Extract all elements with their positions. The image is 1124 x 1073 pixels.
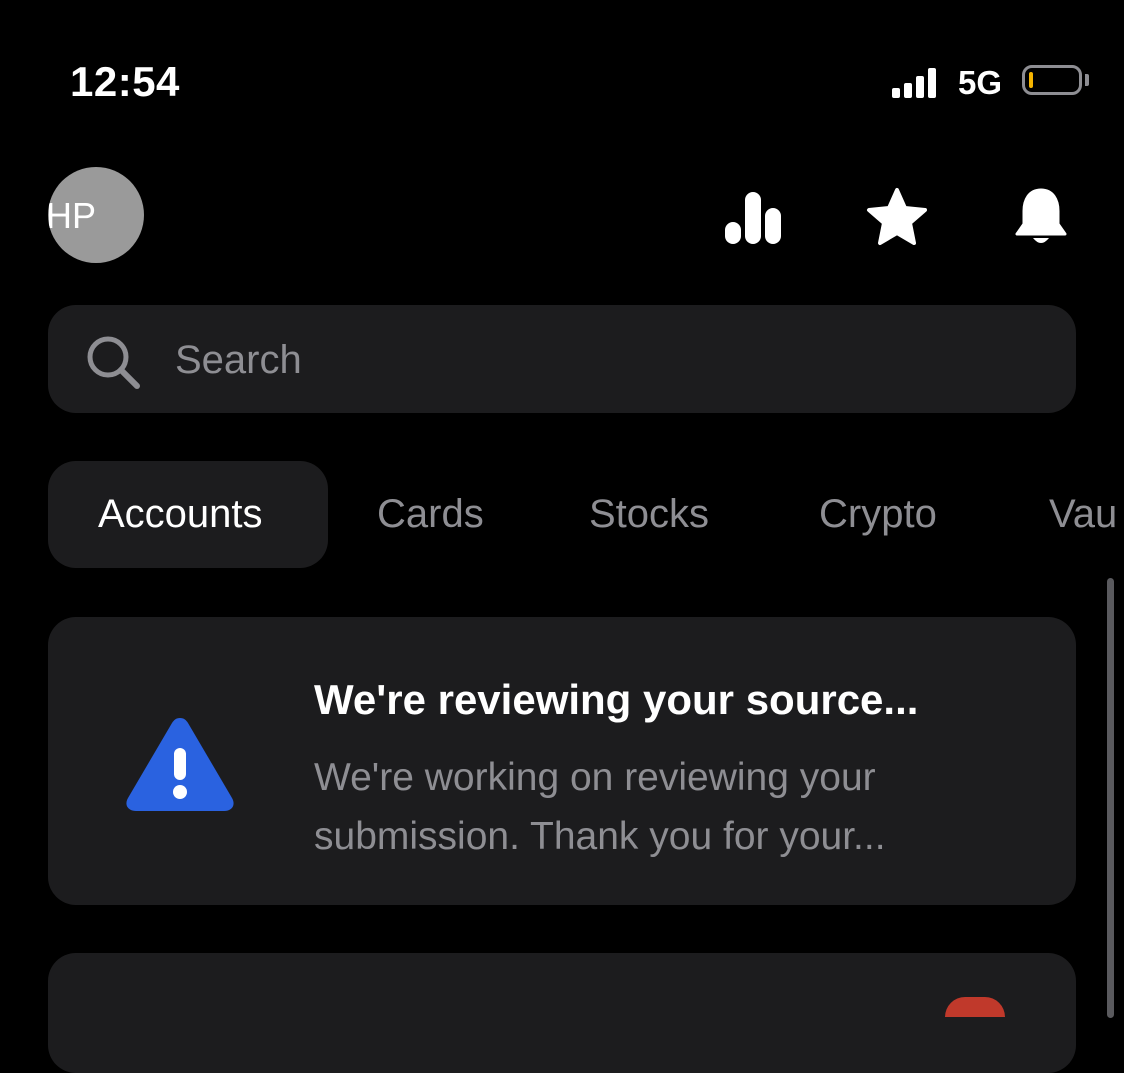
notice-description: We're working on reviewing your submissi… [314, 756, 886, 858]
battery-tip [1085, 74, 1089, 86]
partial-badge-icon [945, 997, 1005, 1017]
tab-accounts[interactable]: Accounts [48, 461, 328, 568]
warning-triangle-icon [124, 712, 236, 819]
battery-low-icon [1022, 65, 1082, 95]
next-card[interactable] [48, 953, 1076, 1073]
bar-chart-icon[interactable] [720, 184, 786, 250]
avatar[interactable]: HP [48, 167, 144, 263]
network-type: 5G [958, 64, 1003, 101]
avatar-initials: HP [48, 195, 97, 236]
tab-crypto[interactable]: Crypto [819, 461, 937, 568]
tab-stocks[interactable]: Stocks [589, 461, 709, 568]
status-time: 12:54 [70, 58, 180, 105]
cellular-signal-icon [892, 66, 938, 98]
scrollbar[interactable] [1107, 578, 1114, 1018]
bell-icon[interactable] [1008, 184, 1074, 250]
tab-cards[interactable]: Cards [377, 461, 484, 568]
star-icon[interactable] [864, 184, 930, 250]
search-bar[interactable] [48, 305, 1076, 413]
notice-title: We're reviewing your source... [314, 676, 919, 723]
search-icon [84, 333, 142, 396]
tab-vaults[interactable]: Vau [1049, 461, 1117, 568]
search-input[interactable] [175, 335, 1035, 385]
